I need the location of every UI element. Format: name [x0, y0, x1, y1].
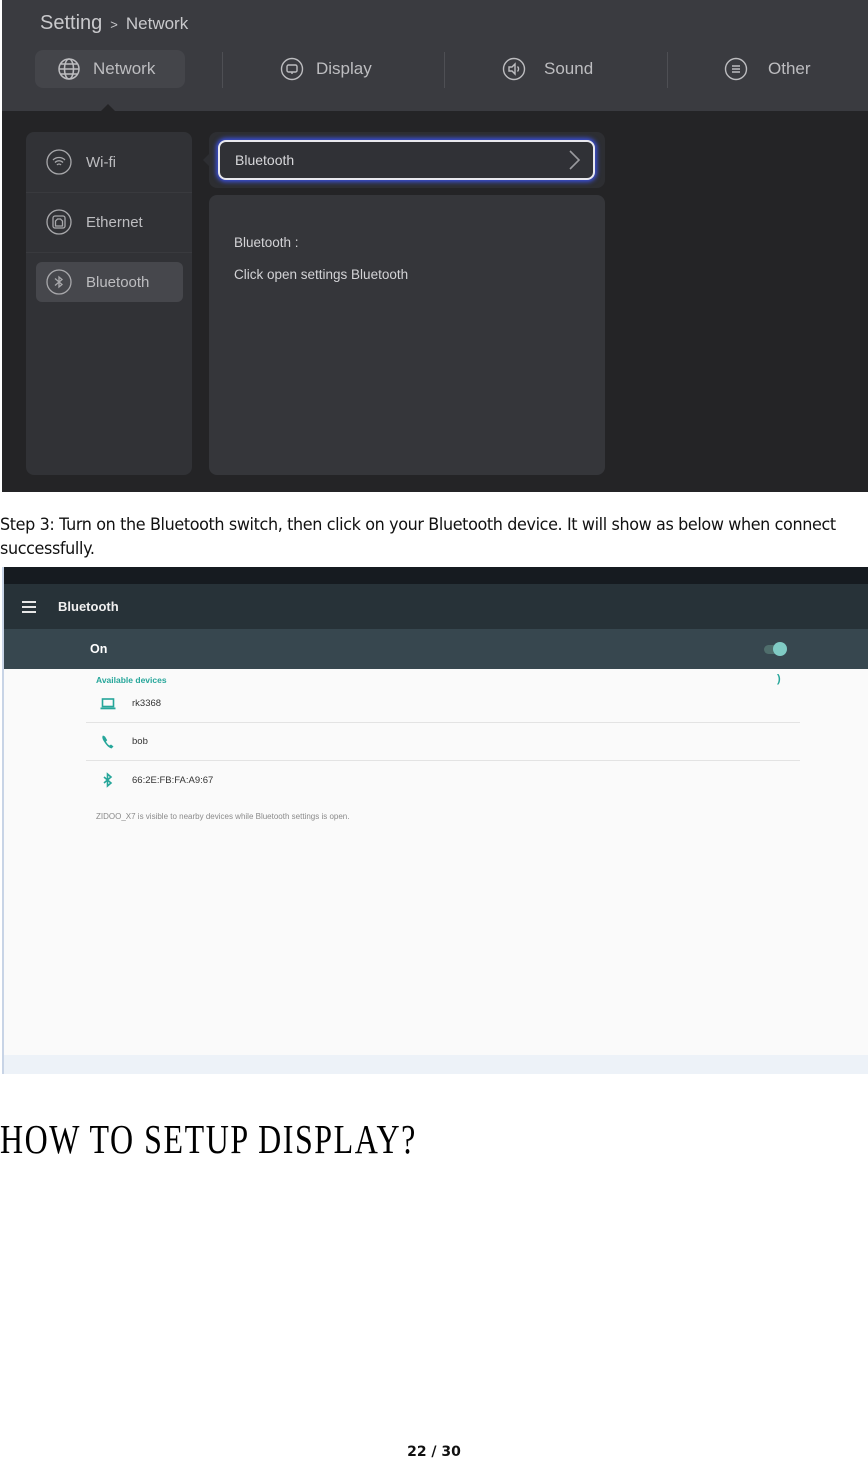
- active-tab-pointer: [101, 104, 115, 111]
- sidebar-divider: [26, 192, 192, 193]
- bluetooth-option-button[interactable]: Bluetooth: [218, 140, 595, 180]
- laptop-icon: [100, 697, 116, 709]
- bluetooth-toggle[interactable]: [764, 641, 788, 657]
- toolbar: Bluetooth: [4, 584, 868, 629]
- device-item[interactable]: bob: [86, 723, 800, 761]
- tab-divider: [222, 52, 223, 88]
- tab-other[interactable]: Other: [724, 50, 811, 88]
- breadcrumb-current: Network: [125, 14, 189, 33]
- sidebar-item-label: Wi-fi: [86, 153, 116, 171]
- panel-title: Bluetooth :: [234, 235, 299, 250]
- tab-bar: Network Display Sound Other: [2, 50, 868, 90]
- tab-network[interactable]: Network: [35, 50, 185, 88]
- tab-label: Sound: [544, 59, 594, 78]
- tv-header: Setting > Network Network Display Sound: [2, 0, 868, 111]
- switch-label: On: [90, 642, 108, 656]
- breadcrumb-root[interactable]: Setting: [40, 12, 102, 35]
- sidebar-divider: [26, 252, 192, 253]
- panel-description: Click open settings Bluetooth: [234, 267, 409, 282]
- tab-divider: [667, 52, 668, 88]
- ethernet-icon: [46, 209, 72, 235]
- sidebar-item-ethernet[interactable]: Ethernet: [36, 202, 183, 242]
- step-instruction: Step 3: Turn on the Bluetooth switch, th…: [0, 515, 836, 559]
- device-name: 66:2E:FB:FA:A9:67: [132, 774, 214, 786]
- speaker-icon: [502, 57, 526, 81]
- bluetooth-switch-bar[interactable]: On: [4, 629, 868, 669]
- breadcrumb-separator: >: [110, 17, 118, 32]
- tab-label: Other: [768, 59, 811, 78]
- sidebar-item-bluetooth[interactable]: Bluetooth: [36, 262, 183, 302]
- tab-divider: [444, 52, 445, 88]
- page-number: 22 / 30: [407, 1444, 461, 1460]
- scanning-spinner-icon: ): [777, 673, 781, 685]
- option-notch: [203, 153, 210, 167]
- tv-settings-screenshot: Setting > Network Network Display Sound: [2, 0, 868, 492]
- toolbar-title: Bluetooth: [58, 599, 119, 614]
- toggle-thumb: [773, 642, 787, 656]
- device-item[interactable]: rk3368: [86, 685, 800, 723]
- menu-lines-icon: [724, 57, 748, 81]
- tab-display[interactable]: Display: [280, 50, 372, 88]
- device-name: rk3368: [132, 698, 162, 709]
- tab-label: Network: [93, 59, 156, 78]
- tab-label: Display: [316, 59, 372, 78]
- section-heading: HOW TO SETUP DISPLAY?: [0, 1116, 417, 1162]
- bluetooth-icon: [46, 269, 72, 295]
- globe-icon: [58, 58, 80, 80]
- sidebar-item-wifi[interactable]: Wi-fi: [36, 142, 183, 182]
- info-panel: Bluetooth : Click open settings Bluetoot…: [209, 195, 605, 475]
- sidebar-item-label: Ethernet: [86, 213, 143, 231]
- hamburger-icon[interactable]: [22, 600, 36, 613]
- breadcrumb: Setting > Network: [40, 12, 188, 35]
- device-item[interactable]: 66:2E:FB:FA:A9:67: [86, 761, 800, 799]
- network-sidebar: Wi-fi Ethernet Bluetooth: [26, 132, 192, 475]
- wifi-icon: [46, 149, 72, 175]
- tab-sound[interactable]: Sound: [502, 50, 593, 88]
- status-bar: [4, 567, 868, 584]
- navigation-area: [4, 1055, 868, 1074]
- visibility-note: ZIDOO_X7 is visible to nearby devices wh…: [96, 812, 350, 821]
- option-label: Bluetooth: [235, 152, 295, 168]
- section-header: Available devices: [96, 675, 167, 685]
- bluetooth-settings-screenshot: Bluetooth On Available devices ) rk3368 …: [2, 567, 868, 1074]
- phone-icon: [102, 735, 114, 748]
- display-icon: [280, 57, 304, 81]
- sidebar-item-label: Bluetooth: [86, 273, 150, 291]
- bluetooth-icon: [103, 772, 113, 788]
- device-name: bob: [132, 736, 148, 747]
- chevron-right-icon: [569, 150, 581, 170]
